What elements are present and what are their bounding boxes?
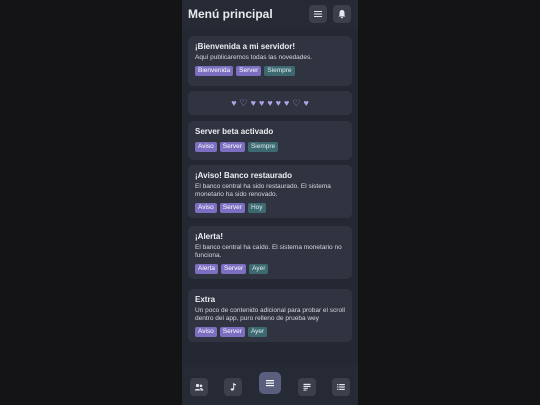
tag[interactable]: Ayer (247, 327, 268, 337)
menu-icon (266, 380, 274, 387)
post-body: El banco central ha caído. El sistema mo… (195, 244, 342, 259)
tag[interactable]: Ayer (249, 264, 269, 274)
post-body: El banco central ha sido restaurado. El … (195, 183, 331, 198)
tag[interactable]: Hoy (247, 203, 266, 213)
post-card[interactable]: ¡Aviso! Banco restaurado El banco centra… (188, 165, 352, 218)
tag[interactable]: Aviso (195, 142, 217, 152)
post-body: Aquí publicaremos todas las novedades. (195, 54, 313, 61)
tag[interactable]: Server (219, 203, 245, 213)
menu-button[interactable] (309, 5, 327, 23)
people-icon (194, 383, 204, 391)
tag[interactable]: Aviso (195, 327, 217, 337)
heart-outline-icon: ♡ (292, 97, 301, 108)
post-card[interactable]: Server beta activado Aviso Server Siempr… (188, 121, 352, 160)
post-title: ¡Alerta! (195, 232, 224, 241)
post-card[interactable]: Extra Un poco de contenido adicional par… (188, 289, 352, 342)
tag-list: Aviso Server Siempre (195, 142, 345, 152)
news-icon (303, 383, 311, 391)
tag-list: Bienvenida Server Siempre (195, 66, 345, 76)
heart-icon: ♥ (284, 97, 290, 108)
post-card[interactable]: ¡Bienvenida a mi servidor! Aquí publicar… (188, 36, 352, 86)
nav-people[interactable] (190, 378, 208, 396)
tag[interactable]: Server (219, 327, 245, 337)
tag[interactable]: Alerta (195, 264, 218, 274)
heart-icon: ♥ (275, 97, 282, 108)
tag-list: Alerta Server Ayer (195, 264, 345, 274)
bell-icon (338, 10, 346, 19)
tag[interactable]: Siempre (264, 66, 295, 76)
post-title: Extra (195, 295, 216, 304)
tag-list: Aviso Server Ayer (195, 327, 345, 337)
post-title: ¡Aviso! Banco restaurado (195, 171, 293, 180)
bottom-nav (182, 366, 358, 405)
heart-icon: ♥ (303, 97, 309, 108)
post-body: Un poco de contenido adicional para prob… (195, 307, 345, 322)
tag[interactable]: Siempre (247, 142, 279, 152)
post-title: ¡Bienvenida a mi servidor! (195, 42, 296, 51)
tag[interactable]: Server (219, 142, 245, 152)
app-header: Menú principal (182, 0, 358, 30)
nav-music[interactable] (224, 378, 242, 396)
list-icon (337, 384, 345, 390)
notifications-button[interactable] (333, 5, 351, 23)
heart-icon: ♥ (250, 97, 256, 108)
hearts-row: ♥ ♡ ♥ ♥ ♥ ♥ ♥ ♡ ♥ (188, 91, 352, 115)
heart-outline-icon: ♡ (239, 97, 248, 108)
heart-icon: ♥ (267, 97, 273, 108)
page-title: Menú principal (188, 7, 273, 21)
tag[interactable]: Server (236, 66, 262, 76)
tag[interactable]: Server (220, 264, 247, 274)
nav-list[interactable] (332, 378, 350, 396)
nav-menu[interactable] (259, 372, 281, 394)
menu-icon (314, 11, 322, 17)
post-card[interactable]: ¡Alerta! El banco central ha caído. El s… (188, 226, 352, 279)
music-note-icon (230, 383, 236, 391)
feed[interactable]: ¡Bienvenida a mi servidor! Aquí publicar… (182, 30, 358, 366)
app-window: Menú principal ¡Bienvenida a mi servidor… (182, 0, 358, 405)
heart-icon: ♥ (258, 97, 265, 108)
tag[interactable]: Aviso (195, 203, 217, 213)
nav-news[interactable] (298, 378, 316, 396)
tag[interactable]: Bienvenida (195, 66, 234, 76)
heart-icon: ♥ (231, 97, 237, 108)
tag-list: Aviso Server Hoy (195, 203, 345, 213)
post-title: Server beta activado (195, 127, 274, 136)
